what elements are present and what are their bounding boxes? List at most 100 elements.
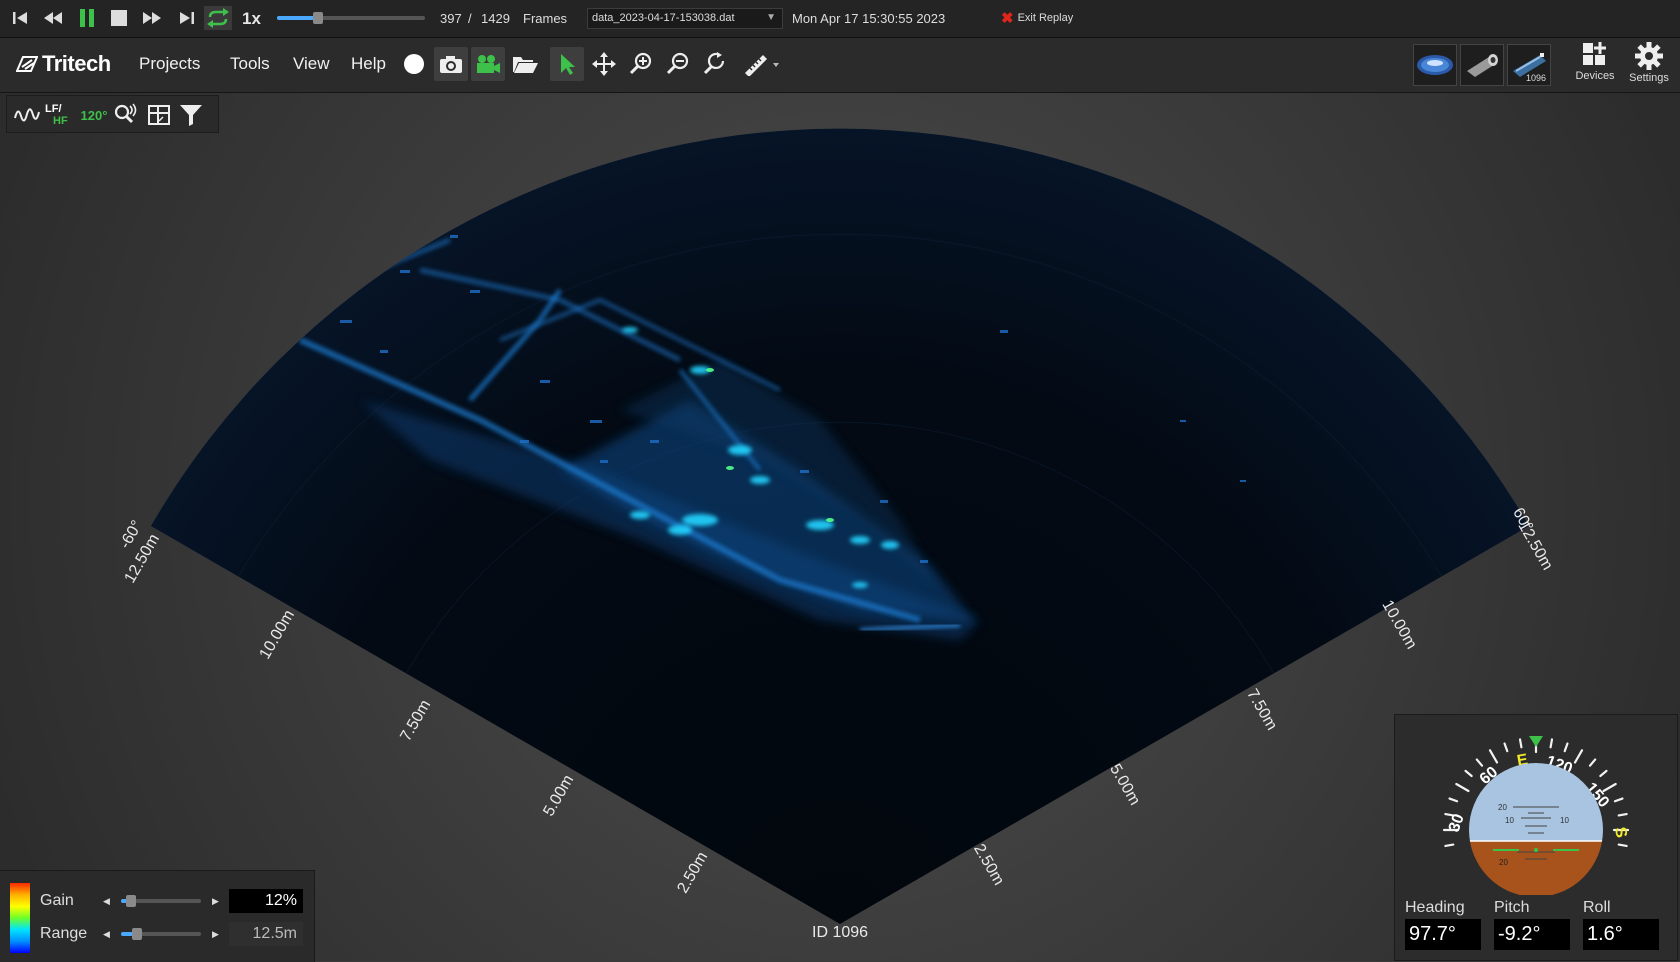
snapshot-button[interactable]	[434, 47, 468, 81]
compass-tick	[1549, 738, 1554, 749]
color-palette-bar[interactable]	[10, 883, 30, 953]
exit-replay-button[interactable]: ✖ Exit Replay	[1001, 9, 1073, 27]
rewind-button[interactable]	[40, 6, 66, 30]
frequency-toggle-button[interactable]: LF/ HF	[45, 102, 75, 128]
gain-increase-arrow-icon[interactable]: ▶	[212, 896, 219, 907]
loop-button[interactable]	[204, 6, 232, 30]
compass-tick	[1444, 843, 1455, 848]
grid-overlay-button[interactable]	[145, 102, 173, 128]
compass-tick	[1464, 769, 1473, 778]
gain-range-panel: Gain ◀ ▶ 12% Range ◀ ▶ 12.5m	[0, 870, 315, 962]
zoom-in-icon	[629, 52, 652, 75]
gain-value[interactable]: 12%	[229, 889, 303, 913]
open-folder-icon	[513, 57, 538, 73]
lf-label: LF/	[45, 102, 62, 115]
pan-move-icon	[592, 52, 616, 76]
sonar-disc-device-icon	[1417, 55, 1453, 75]
stop-button[interactable]	[106, 6, 132, 30]
close-icon: ✖	[1001, 10, 1014, 27]
reset-view-button[interactable]	[698, 47, 732, 81]
pitch-tick-label: 20	[1499, 858, 1508, 867]
zoom-reset-icon	[703, 52, 725, 75]
range-decrease-arrow-icon[interactable]: ◀	[103, 929, 110, 940]
compass-tick	[1599, 769, 1608, 778]
menu-help[interactable]: Help	[351, 54, 386, 74]
compass-tick	[1518, 738, 1523, 749]
compass-tick	[1488, 749, 1499, 764]
replay-datetime: Mon Apr 17 15:30:55 2023	[792, 11, 946, 26]
pitch-tick-label: 20	[1498, 803, 1507, 812]
range-slider-knob[interactable]	[132, 928, 142, 940]
range-value[interactable]: 12.5m	[229, 922, 303, 946]
compass-tick	[1563, 742, 1569, 753]
skip-to-end-icon	[180, 12, 194, 24]
sonar-device-id: ID 1096	[812, 924, 869, 941]
range-label: Range	[40, 925, 88, 942]
devices-grid-icon	[1583, 42, 1606, 65]
pitch-tick-label: 10	[1505, 816, 1514, 825]
device-thumb-gemini[interactable]: 1096	[1507, 44, 1551, 86]
settings-button[interactable]: Settings	[1624, 42, 1674, 88]
compass-tick	[1588, 758, 1597, 767]
tritech-logo-icon	[16, 56, 38, 72]
waveform-button[interactable]	[13, 102, 41, 128]
range-increase-arrow-icon[interactable]: ▶	[212, 929, 219, 940]
sonar-search-button[interactable]	[111, 102, 139, 128]
frame-current: 397	[440, 11, 462, 26]
logo-text: Tritech	[42, 51, 111, 76]
fast-forward-button[interactable]	[139, 6, 165, 30]
measure-button[interactable]	[740, 47, 784, 81]
stop-icon	[111, 10, 127, 26]
pan-button[interactable]	[587, 47, 621, 81]
device-thumb-sonar-disc[interactable]	[1413, 44, 1457, 86]
video-record-button[interactable]	[471, 47, 505, 81]
device-thumbnails: 1096	[1413, 44, 1551, 86]
skip-to-start-button[interactable]	[8, 6, 34, 30]
gain-slider-knob[interactable]	[125, 895, 136, 907]
compass-tick	[1455, 782, 1470, 793]
pitch-tick-label: 10	[1560, 816, 1569, 825]
device-thumb-id: 1096	[1525, 73, 1546, 83]
exit-replay-label: Exit Replay	[1017, 12, 1074, 24]
ruler-icon	[745, 55, 779, 76]
chevron-down-icon: ▼	[766, 12, 776, 23]
frames-label: Frames	[523, 11, 568, 26]
attitude-gauge: 30 60 E 120 150 S 20 10 10 20	[1442, 736, 1630, 895]
menu-tools[interactable]: Tools	[230, 54, 270, 74]
menu-view[interactable]: View	[293, 54, 330, 74]
compass-tick	[1613, 797, 1624, 803]
aperture-button[interactable]: 120°	[79, 102, 109, 128]
menu-projects[interactable]: Projects	[139, 54, 200, 74]
zoom-in-button[interactable]	[624, 47, 658, 81]
gain-slider[interactable]	[121, 895, 201, 907]
select-button[interactable]	[550, 47, 584, 81]
pause-button[interactable]	[74, 6, 100, 30]
pitch-label: Pitch	[1494, 899, 1530, 916]
compass-tick	[1617, 843, 1628, 848]
tritech-logo: Tritech	[16, 51, 111, 77]
pause-icon	[80, 9, 94, 27]
replay-progress-knob[interactable]	[312, 12, 323, 24]
range-slider[interactable]	[121, 928, 201, 940]
compass-tick	[1503, 742, 1509, 753]
rewind-icon	[44, 12, 62, 24]
zoom-out-button[interactable]	[661, 47, 695, 81]
skip-to-end-button[interactable]	[173, 6, 199, 30]
device-thumb-camera[interactable]	[1460, 44, 1504, 86]
open-folder-button[interactable]	[508, 47, 542, 81]
devices-button[interactable]: Devices	[1570, 42, 1620, 88]
compass-tick	[1573, 749, 1584, 764]
replay-progress-slider[interactable]	[277, 12, 425, 24]
replay-file-select[interactable]: data_2023-04-17-153038.dat ▼	[587, 8, 783, 29]
filter-button[interactable]	[177, 102, 205, 128]
gain-label: Gain	[40, 892, 74, 909]
gain-decrease-arrow-icon[interactable]: ◀	[103, 896, 110, 907]
compass-tick	[1617, 812, 1628, 817]
frame-separator: /	[468, 11, 472, 26]
frame-total: 1429	[481, 11, 510, 26]
record-button[interactable]	[397, 47, 431, 81]
playback-speed[interactable]: 1x	[242, 9, 261, 29]
grid-overlay-icon	[148, 105, 170, 125]
gear-icon	[1635, 42, 1663, 70]
settings-label: Settings	[1629, 72, 1669, 84]
